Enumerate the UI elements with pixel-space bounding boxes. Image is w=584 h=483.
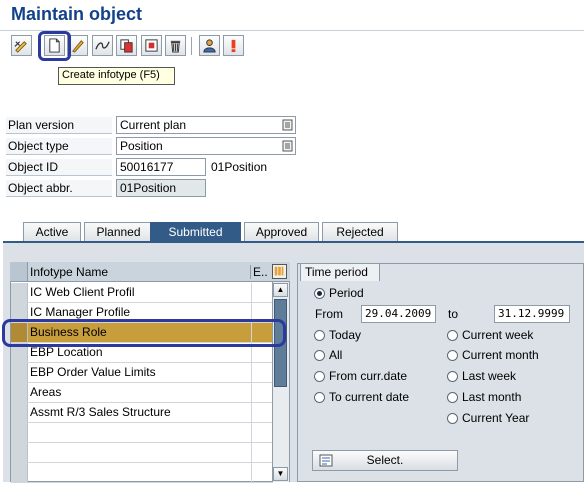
all-label: All <box>329 348 343 362</box>
plan-version-label: Plan version <box>6 117 112 134</box>
table-settings-icon[interactable] <box>272 264 287 279</box>
object-type-value: Position <box>120 139 163 153</box>
all-radio[interactable] <box>314 350 325 361</box>
object-abbr-label: Object abbr. <box>6 180 112 197</box>
current-month-radio[interactable] <box>447 350 458 361</box>
table-row[interactable] <box>11 463 273 483</box>
table-row[interactable] <box>11 443 273 463</box>
title-divider <box>0 30 584 31</box>
table-row[interactable]: EBP Order Value Limits <box>11 363 273 383</box>
create-button-highlight <box>38 31 71 61</box>
scroll-up-icon[interactable]: ▲ <box>273 283 288 297</box>
select-button-label: Select. <box>366 453 404 467</box>
table-header: Infotype Name E.. <box>10 262 290 282</box>
time-period-title: Time period <box>300 263 380 281</box>
selected-row-highlight <box>2 319 286 347</box>
current-week-label: Current week <box>462 328 534 342</box>
object-id-label: Object ID <box>6 159 112 176</box>
last-week-radio[interactable] <box>447 371 458 382</box>
to-label: to <box>448 307 459 321</box>
to-date-input[interactable]: 31.12.9999 <box>494 305 570 323</box>
from-label: From <box>315 307 343 321</box>
delimit-icon <box>95 41 110 50</box>
period-radio[interactable] <box>314 288 325 299</box>
copy-button[interactable] <box>116 35 137 56</box>
plan-version-value: Current plan <box>120 118 187 132</box>
plan-version-field[interactable]: Current plan <box>116 116 296 134</box>
edit-icon <box>72 40 84 53</box>
tab-submitted[interactable]: Submitted <box>150 222 241 241</box>
dropdown-icon[interactable] <box>282 119 293 131</box>
tab-active[interactable]: Active <box>23 222 81 241</box>
object-type-label: Object type <box>6 138 112 155</box>
copy-icon <box>120 39 133 53</box>
current-week-radio[interactable] <box>447 330 458 341</box>
person-button[interactable] <box>199 35 220 56</box>
page-title: Maintain object <box>11 4 143 24</box>
period-label: Period <box>329 286 364 300</box>
person-icon <box>203 39 216 53</box>
object-type-field[interactable]: Position <box>116 137 296 155</box>
table-row[interactable]: Assmt R/3 Sales Structure <box>11 403 273 423</box>
to-current-date-label: To current date <box>329 390 410 404</box>
table-row[interactable]: Areas <box>11 383 273 403</box>
tab-planned[interactable]: Planned <box>84 222 153 241</box>
from-date-input[interactable]: 29.04.2009 <box>361 305 436 323</box>
current-year-label: Current Year <box>462 411 530 425</box>
current-year-radio[interactable] <box>447 413 458 424</box>
scroll-down-icon[interactable]: ▼ <box>273 467 288 481</box>
today-radio[interactable] <box>314 330 325 341</box>
object-id-field[interactable]: 50016177 <box>116 158 206 176</box>
from-curr-date-label: From curr.date <box>329 369 408 383</box>
table-row[interactable]: IC Web Client Profil <box>11 283 273 303</box>
change-icon <box>14 41 27 53</box>
current-month-label: Current month <box>462 348 539 362</box>
last-month-label: Last month <box>462 390 522 404</box>
change-display-button[interactable] <box>11 35 32 56</box>
overview-button[interactable] <box>141 35 162 56</box>
delete-icon <box>170 40 181 53</box>
object-id-text: 01Position <box>211 160 268 174</box>
tab-rejected[interactable]: Rejected <box>322 222 398 241</box>
object-abbr-field: 01Position <box>116 179 206 197</box>
column-header-infotype-name[interactable]: Infotype Name <box>30 265 108 279</box>
select-button[interactable]: Select. <box>312 450 458 471</box>
last-month-radio[interactable] <box>447 392 458 403</box>
last-week-label: Last week <box>462 369 517 383</box>
tab-approved[interactable]: Approved <box>244 222 319 241</box>
today-label: Today <box>329 328 362 342</box>
table-row[interactable] <box>11 423 273 443</box>
overview-icon <box>145 39 158 52</box>
tooltip: Create infotype (F5) <box>58 67 175 85</box>
delete-button[interactable] <box>165 35 186 56</box>
select-icon <box>319 454 333 467</box>
dropdown-icon[interactable] <box>282 140 293 152</box>
info-icon <box>231 39 236 53</box>
select-all-cell[interactable] <box>10 262 28 281</box>
delimit-button[interactable] <box>92 35 113 56</box>
info-button[interactable] <box>223 35 244 56</box>
to-current-date-radio[interactable] <box>314 392 325 403</box>
toolbar-separator <box>191 37 192 55</box>
column-header-e[interactable]: E.. <box>250 265 273 279</box>
from-curr-date-radio[interactable] <box>314 371 325 382</box>
